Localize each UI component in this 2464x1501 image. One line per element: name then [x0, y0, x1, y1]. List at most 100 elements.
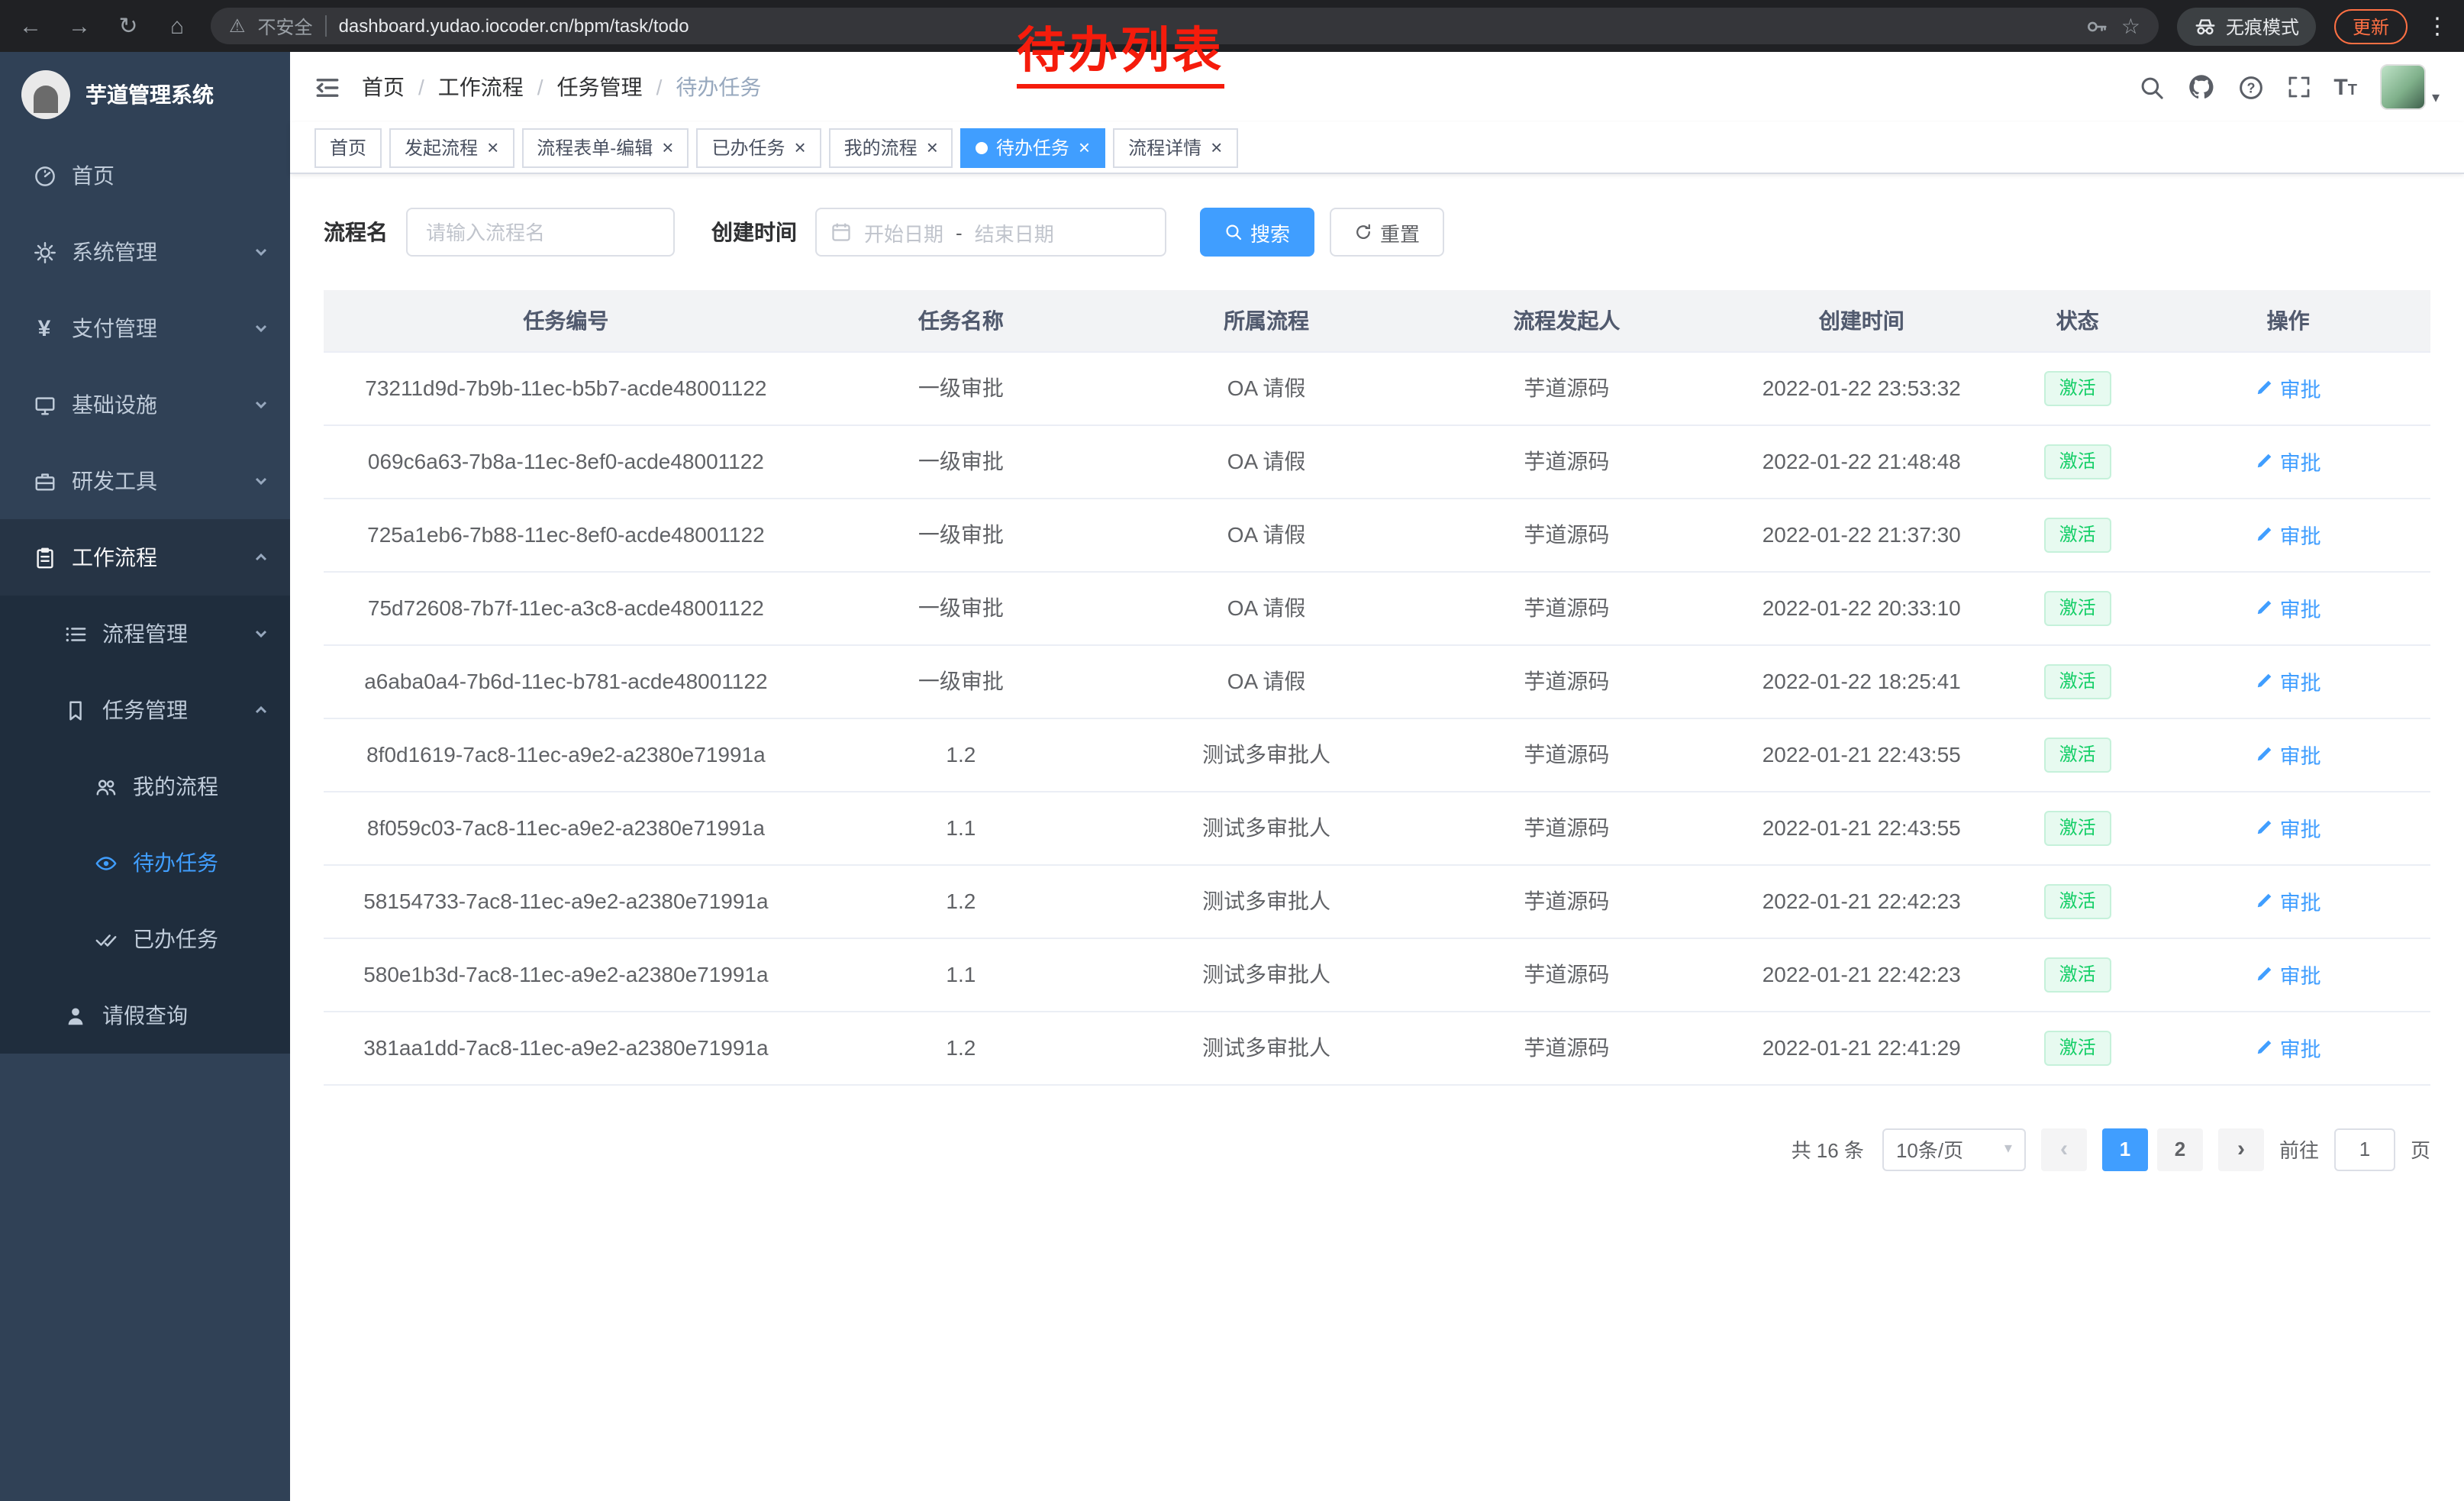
fullscreen-icon[interactable]	[2286, 75, 2311, 99]
address-bar[interactable]: ⚠ 不安全 dashboard.yudao.iocoder.cn/bpm/tas…	[211, 8, 2159, 44]
search-button[interactable]: 搜索	[1200, 208, 1314, 257]
approve-button[interactable]: 审批	[2256, 592, 2321, 623]
main-area: 首页 / 工作流程 / 任务管理 / 待办任务 ? TT ▾	[290, 52, 2464, 1501]
approve-button[interactable]: 审批	[2256, 886, 2321, 916]
page-size-value: 10条/页	[1896, 1135, 1963, 1164]
edit-pencil-icon	[2256, 525, 2274, 544]
security-label[interactable]: 不安全	[258, 13, 313, 39]
tab-close-icon[interactable]: ×	[487, 137, 498, 157]
page-button-2[interactable]: 2	[2157, 1128, 2203, 1170]
avatar[interactable]	[2380, 64, 2426, 110]
col-created: 创建时间	[1714, 290, 2009, 351]
tab-close-icon[interactable]: ×	[662, 137, 673, 157]
task-name-cell: 一级审批	[808, 571, 1114, 644]
tab-我的流程[interactable]: 我的流程×	[829, 128, 953, 167]
sidebar-item-todo-tasks[interactable]: 待办任务	[0, 825, 290, 901]
breadcrumb-task-mgmt[interactable]: 任务管理	[557, 72, 643, 102]
status-cell: 激活	[2009, 864, 2146, 938]
approve-button[interactable]: 审批	[2256, 1032, 2321, 1063]
sidebar-item-task-mgmt[interactable]: 任务管理	[0, 672, 290, 748]
date-range-picker[interactable]: 开始日期 - 结束日期	[815, 208, 1166, 257]
reset-button[interactable]: 重置	[1330, 208, 1444, 257]
start-date-placeholder: 开始日期	[864, 218, 943, 247]
hamburger-icon[interactable]	[308, 74, 347, 100]
incognito-icon	[2194, 15, 2217, 37]
tab-首页[interactable]: 首页	[314, 128, 382, 167]
topbar-actions: ? TT ▾	[2138, 64, 2440, 110]
page-size-select[interactable]: 10条/页 ▾	[1882, 1128, 2026, 1170]
tab-待办任务[interactable]: 待办任务×	[961, 128, 1105, 167]
browser-back-icon[interactable]: ←	[15, 13, 46, 39]
status-cell: 激活	[2009, 644, 2146, 718]
sidebar-item-payment[interactable]: ¥ 支付管理	[0, 290, 290, 366]
tab-close-icon[interactable]: ×	[1079, 137, 1090, 157]
chevron-up-icon	[253, 702, 269, 718]
search-icon[interactable]	[2138, 74, 2164, 100]
status-cell: 激活	[2009, 498, 2146, 571]
app-logo-row[interactable]: 芋道管理系统	[0, 52, 290, 137]
sidebar-item-home[interactable]: 首页	[0, 137, 290, 214]
caret-down-icon: ▾	[2432, 90, 2440, 110]
browser-reload-icon[interactable]: ↻	[113, 12, 144, 40]
goto-page-input[interactable]	[2334, 1128, 2395, 1170]
edit-pencil-icon	[2256, 818, 2274, 837]
page-button-1[interactable]: 1	[2102, 1128, 2148, 1170]
status-cell: 激活	[2009, 718, 2146, 791]
status-badge: 激活	[2044, 663, 2111, 699]
tab-close-icon[interactable]: ×	[1211, 137, 1222, 157]
font-size-icon[interactable]: TT	[2333, 74, 2357, 100]
sidebar-item-devtools[interactable]: 研发工具	[0, 443, 290, 519]
sidebar-item-system[interactable]: 系统管理	[0, 214, 290, 290]
browser-update-button[interactable]: 更新	[2334, 8, 2408, 44]
chevron-down-icon: ▾	[2004, 1141, 2012, 1157]
action-cell: 审批	[2146, 424, 2430, 498]
password-key-icon[interactable]	[2086, 15, 2109, 37]
sidebar-item-workflow[interactable]: 工作流程	[0, 519, 290, 596]
tab-close-icon[interactable]: ×	[927, 137, 938, 157]
prev-page-button[interactable]: ‹	[2041, 1128, 2087, 1170]
tab-流程详情[interactable]: 流程详情×	[1113, 128, 1237, 167]
help-icon[interactable]: ?	[2237, 74, 2263, 100]
tab-流程表单-编辑[interactable]: 流程表单-编辑×	[521, 128, 689, 167]
chevron-down-icon	[253, 397, 269, 412]
task-id-cell: 381aa1dd-7ac8-11ec-a9e2-a2380e71991a	[324, 1011, 808, 1084]
task-id-cell: 8f0d1619-7ac8-11ec-a9e2-a2380e71991a	[324, 718, 808, 791]
browser-menu-icon[interactable]: ⋮	[2426, 12, 2449, 40]
search-button-label: 搜索	[1250, 218, 1290, 247]
created-cell: 2022-01-21 22:41:29	[1714, 1011, 2009, 1084]
approve-button[interactable]: 审批	[2256, 739, 2321, 770]
sidebar-item-leave-query[interactable]: 请假查询	[0, 977, 290, 1054]
next-page-button[interactable]: ›	[2218, 1128, 2264, 1170]
breadcrumb-workflow[interactable]: 工作流程	[438, 72, 524, 102]
chevron-down-icon	[253, 473, 269, 489]
approve-button[interactable]: 审批	[2256, 812, 2321, 843]
browser-home-icon[interactable]: ⌂	[162, 13, 192, 39]
tab-发起流程[interactable]: 发起流程×	[389, 128, 514, 167]
sidebar-item-done-tasks[interactable]: 已办任务	[0, 901, 290, 977]
process-cell: OA 请假	[1114, 571, 1419, 644]
tab-close-icon[interactable]: ×	[794, 137, 805, 157]
task-id-cell: 725a1eb6-7b88-11ec-8ef0-acde48001122	[324, 498, 808, 571]
process-name-input[interactable]	[406, 208, 675, 257]
bookmark-star-icon[interactable]: ☆	[2121, 13, 2140, 39]
approve-button[interactable]: 审批	[2256, 446, 2321, 476]
approve-button[interactable]: 审批	[2256, 959, 2321, 989]
sidebar-item-process-mgmt[interactable]: 流程管理	[0, 596, 290, 672]
approve-button[interactable]: 审批	[2256, 519, 2321, 550]
url-text[interactable]: dashboard.yudao.iocoder.cn/bpm/task/todo	[339, 15, 2074, 37]
status-badge: 激活	[2044, 883, 2111, 918]
sidebar-item-my-process[interactable]: 我的流程	[0, 748, 290, 825]
app-title: 芋道管理系统	[85, 79, 214, 110]
sidebar-item-infrastructure[interactable]: 基础设施	[0, 366, 290, 443]
action-cell: 审批	[2146, 644, 2430, 718]
breadcrumb-home[interactable]: 首页	[362, 72, 405, 102]
browser-forward-icon[interactable]: →	[64, 13, 95, 39]
table-row: a6aba0a4-7b6d-11ec-b781-acde48001122一级审批…	[324, 644, 2430, 718]
user-menu[interactable]: ▾	[2380, 64, 2440, 110]
tab-已办任务[interactable]: 已办任务×	[696, 128, 821, 167]
task-name-cell: 一级审批	[808, 644, 1114, 718]
approve-button[interactable]: 审批	[2256, 666, 2321, 696]
approve-button[interactable]: 审批	[2256, 373, 2321, 403]
github-icon[interactable]	[2187, 73, 2214, 101]
col-process: 所属流程	[1114, 290, 1419, 351]
